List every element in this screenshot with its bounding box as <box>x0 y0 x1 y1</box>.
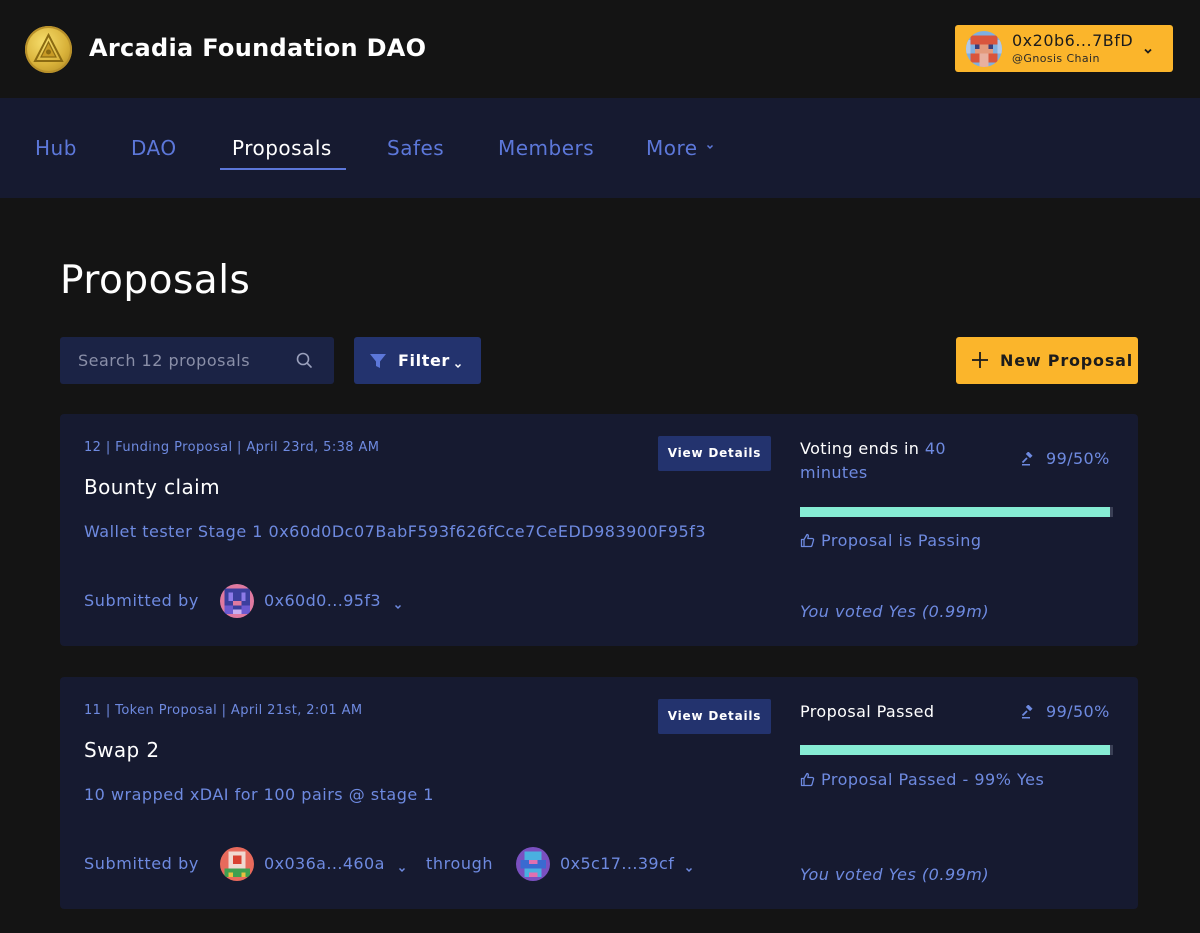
search-icon[interactable] <box>295 351 314 374</box>
vote-progress-fill <box>800 507 1110 517</box>
proposal-description: 10 wrapped xDAI for 100 pairs @ stage 1 <box>84 785 434 804</box>
dao-logo-icon[interactable] <box>25 26 72 73</box>
voting-status-prefix: Proposal Passed <box>800 702 935 721</box>
nav-item-proposals[interactable]: Proposals <box>232 136 332 160</box>
nav-item-hub[interactable]: Hub <box>35 136 77 160</box>
filter-label: Filter <box>398 351 450 370</box>
chevron-down-icon <box>707 144 714 150</box>
submitter-avatar <box>220 847 254 881</box>
thumbs-up-icon <box>800 533 815 548</box>
user-vote: You voted Yes (0.99m) <box>800 865 990 884</box>
new-proposal-label: New Proposal <box>1000 351 1134 370</box>
page-title: Proposals <box>60 258 251 303</box>
nav-item-more-label: More <box>646 136 698 160</box>
view-details-button[interactable]: View Details <box>658 436 771 471</box>
filter-icon <box>369 352 387 374</box>
voting-status-prefix: Voting ends in <box>800 439 920 458</box>
submitted-by-label: Submitted by <box>84 591 199 610</box>
proposal-result-text: Proposal Passed - 99% Yes <box>821 770 1045 789</box>
wallet-address: 0x20b6...7BfD <box>1012 31 1134 50</box>
voting-status: Proposal Passed <box>800 700 950 724</box>
app-header: Arcadia Foundation DAO 0x20b6...7BfD @Gn… <box>0 0 1200 98</box>
proposal-card: 12 | Funding Proposal | April 23rd, 5:38… <box>60 414 1138 646</box>
proposal-title: Bounty claim <box>84 475 220 499</box>
through-avatar <box>516 847 550 881</box>
user-vote: You voted Yes (0.99m) <box>800 602 990 621</box>
wallet-chain: @Gnosis Chain <box>1012 52 1100 65</box>
search-input[interactable] <box>60 337 300 384</box>
voting-status: Voting ends in 40 minutes <box>800 437 950 485</box>
submitter-address[interactable]: 0x036a...460a <box>264 854 385 873</box>
plus-icon <box>971 351 989 373</box>
proposal-description: Wallet tester Stage 1 0x60d0Dc07BabF593f… <box>84 522 707 541</box>
through-label: through <box>426 854 494 873</box>
thumbs-up-icon <box>800 772 815 787</box>
submitter-address[interactable]: 0x60d0...95f3 <box>264 591 381 610</box>
new-proposal-button[interactable]: New Proposal <box>956 337 1138 384</box>
chevron-down-icon <box>1142 42 1154 61</box>
through-address[interactable]: 0x5c17...39cf <box>560 854 674 873</box>
submitter-avatar <box>220 584 254 618</box>
proposal-meta: 11 | Token Proposal | April 21st, 2:01 A… <box>84 703 363 718</box>
vote-progress-bar <box>800 745 1113 755</box>
quorum-value: 99/50% <box>1046 702 1110 721</box>
proposal-card: 11 | Token Proposal | April 21st, 2:01 A… <box>60 677 1138 909</box>
chevron-down-icon[interactable] <box>684 860 694 879</box>
chevron-down-icon[interactable] <box>397 860 407 879</box>
gavel-icon <box>1021 451 1035 470</box>
app-title: Arcadia Foundation DAO <box>89 34 427 62</box>
vote-progress-bar <box>800 507 1113 517</box>
submitted-by-label: Submitted by <box>84 854 199 873</box>
filter-button[interactable]: Filter <box>354 337 481 384</box>
nav-active-indicator <box>220 168 346 170</box>
quorum-value: 99/50% <box>1046 449 1110 468</box>
chevron-down-icon <box>453 356 463 375</box>
wallet-avatar <box>966 31 1002 67</box>
nav-item-members[interactable]: Members <box>498 136 594 160</box>
view-details-button[interactable]: View Details <box>658 699 771 734</box>
nav-item-dao[interactable]: DAO <box>131 136 177 160</box>
proposal-result: Proposal is Passing <box>800 531 982 550</box>
proposal-result: Proposal Passed - 99% Yes <box>800 770 1044 789</box>
search-box <box>60 337 334 384</box>
nav-item-safes[interactable]: Safes <box>387 136 444 160</box>
nav-item-more[interactable]: More <box>646 136 715 160</box>
gavel-icon <box>1021 704 1035 723</box>
chevron-down-icon[interactable] <box>393 597 403 616</box>
proposal-title: Swap 2 <box>84 738 160 762</box>
wallet-button[interactable]: 0x20b6...7BfD @Gnosis Chain <box>955 25 1173 72</box>
proposal-result-text: Proposal is Passing <box>821 531 982 550</box>
main-nav: Hub DAO Proposals Safes Members More <box>0 98 1200 198</box>
vote-progress-fill <box>800 745 1110 755</box>
proposal-meta: 12 | Funding Proposal | April 23rd, 5:38… <box>84 440 380 455</box>
